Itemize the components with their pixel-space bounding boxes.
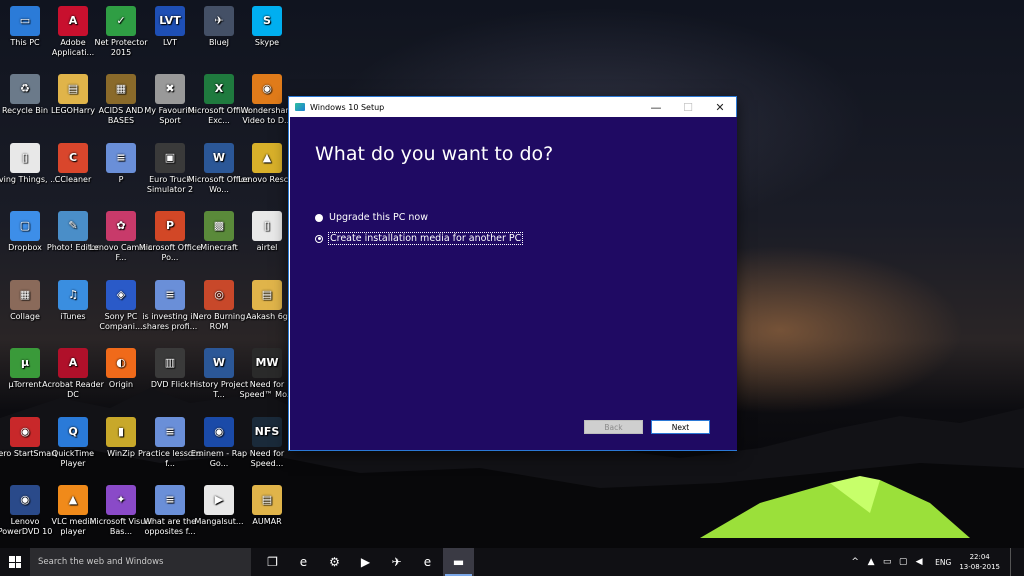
clock-time: 22:04 (969, 553, 990, 561)
app-icon: ◐ (106, 348, 136, 378)
taskbar-bluej-icon[interactable]: ✈ (381, 548, 412, 576)
app-icon: ≡ (155, 280, 185, 310)
app-icon: ♫ (58, 280, 88, 310)
app-icon: ◈ (106, 280, 136, 310)
window-controls: — ☐ ✕ (640, 97, 736, 117)
app-icon: ✿ (106, 211, 136, 241)
setup-heading: What do you want to do? (315, 143, 554, 165)
setup-titlebar[interactable]: Windows 10 Setup — ☐ ✕ (289, 97, 736, 117)
network-icon[interactable]: ▲ (863, 557, 879, 567)
option-create-media-label: Create installation media for another PC (327, 232, 524, 245)
app-icon: NFS (252, 417, 282, 447)
app-icon: ✎ (58, 211, 88, 241)
taskbar-store-icon[interactable]: ⚙ (319, 548, 350, 576)
app-icon: ▭ (10, 6, 40, 36)
back-button[interactable]: Back (584, 420, 643, 434)
app-icon: ▯ (10, 143, 40, 173)
app-icon: ▲ (58, 485, 88, 515)
show-desktop-button[interactable] (1010, 548, 1024, 576)
app-icon: ▢ (10, 211, 40, 241)
taskbar: Search the web and Windows ❐ e ⚙ ▶ ✈ e ▬ ^ ▲ ▭… (0, 548, 1024, 576)
app-icon: ◉ (252, 74, 282, 104)
taskbar-ie-icon[interactable]: e (412, 548, 443, 576)
language-indicator[interactable]: ENG (935, 558, 951, 567)
clock-date: 13-08-2015 (959, 563, 1000, 571)
desktop-icon-label: AUMAR (252, 517, 282, 526)
taskbar-media-icon[interactable]: ▶ (350, 548, 381, 576)
app-icon: ◎ (204, 280, 234, 310)
desktop-icon-label: Need for Speed... (249, 449, 285, 468)
app-icon: ▮ (106, 417, 136, 447)
taskbar-search-box[interactable]: Search the web and Windows (30, 548, 251, 576)
option-upgrade-this-pc[interactable]: Upgrade this PC now (315, 212, 428, 223)
windows-logo-icon (9, 556, 21, 568)
setup-app-icon (295, 103, 305, 111)
battery-icon[interactable]: ▭ (879, 557, 895, 567)
app-icon: LVT (155, 6, 185, 36)
desktop-icon-label: Skype (254, 38, 280, 47)
windows-10-setup-window[interactable]: Windows 10 Setup — ☐ ✕ What do you want … (288, 96, 737, 451)
app-icon: P (155, 211, 185, 241)
app-icon: X (204, 74, 234, 104)
start-button[interactable] (0, 548, 30, 576)
app-icon: ▦ (106, 74, 136, 104)
maximize-icon[interactable]: ☐ (672, 97, 704, 117)
app-icon: ◉ (10, 485, 40, 515)
app-icon: ▲ (252, 143, 282, 173)
app-icon: ◉ (10, 417, 40, 447)
app-icon: ▣ (155, 143, 185, 173)
app-icon: ▥ (155, 348, 185, 378)
app-icon: ✖ (155, 74, 185, 104)
app-icon: ▤ (252, 485, 282, 515)
close-icon[interactable]: ✕ (704, 97, 736, 117)
app-icon: Q (58, 417, 88, 447)
app-icon: ≡ (106, 143, 136, 173)
system-tray: ^ ▲ ▭ ▢ ◀ ENG 22:04 13-08-2015 (847, 548, 1024, 576)
app-icon: ≡ (155, 485, 185, 515)
app-icon: W (204, 143, 234, 173)
app-icon: ✦ (106, 485, 136, 515)
taskbar-windows-setup-icon[interactable]: ▬ (443, 548, 474, 576)
app-icon: W (204, 348, 234, 378)
app-icon: A (58, 348, 88, 378)
message-icon[interactable]: ▢ (895, 557, 911, 567)
app-icon: ▩ (204, 211, 234, 241)
app-icon: ♻ (10, 74, 40, 104)
app-icon: ✈ (204, 6, 234, 36)
app-icon: ▤ (252, 280, 282, 310)
radio-upgrade[interactable] (315, 213, 323, 222)
app-icon: S (252, 6, 282, 36)
app-icon: ✓ (106, 6, 136, 36)
minimize-icon[interactable]: — (640, 97, 672, 117)
app-icon: C (58, 143, 88, 173)
setup-window-title: Windows 10 Setup (310, 102, 385, 112)
taskbar-pinned-apps: ❐ e ⚙ ▶ ✈ e ▬ (257, 548, 474, 576)
app-icon: ▤ (58, 74, 88, 104)
radio-create-media[interactable] (315, 234, 323, 243)
taskbar-edge-icon[interactable]: e (288, 548, 319, 576)
app-icon: ▦ (10, 280, 40, 310)
app-icon: ▯ (252, 211, 282, 241)
tray-chevron-icon[interactable]: ^ (847, 557, 863, 567)
taskbar-clock[interactable]: 22:04 13-08-2015 (959, 552, 1000, 572)
app-icon: ≡ (155, 417, 185, 447)
setup-content: What do you want to do? Upgrade this PC … (290, 117, 737, 450)
volume-icon[interactable]: ◀ (911, 557, 927, 567)
app-icon: ◉ (204, 417, 234, 447)
app-icon: A (58, 6, 88, 36)
app-icon: µ (10, 348, 40, 378)
next-button[interactable]: Next (651, 420, 710, 434)
desktop-icon[interactable]: S Skype (234, 2, 300, 68)
app-icon: ▶ (204, 485, 234, 515)
desktop-icon[interactable]: ▤ AUMAR (234, 481, 300, 547)
search-placeholder: Search the web and Windows (38, 557, 164, 567)
app-icon: MW (252, 348, 282, 378)
taskbar-task-view-icon[interactable]: ❐ (257, 548, 288, 576)
option-upgrade-label: Upgrade this PC now (329, 212, 428, 223)
option-create-media[interactable]: Create installation media for another PC (315, 232, 524, 245)
